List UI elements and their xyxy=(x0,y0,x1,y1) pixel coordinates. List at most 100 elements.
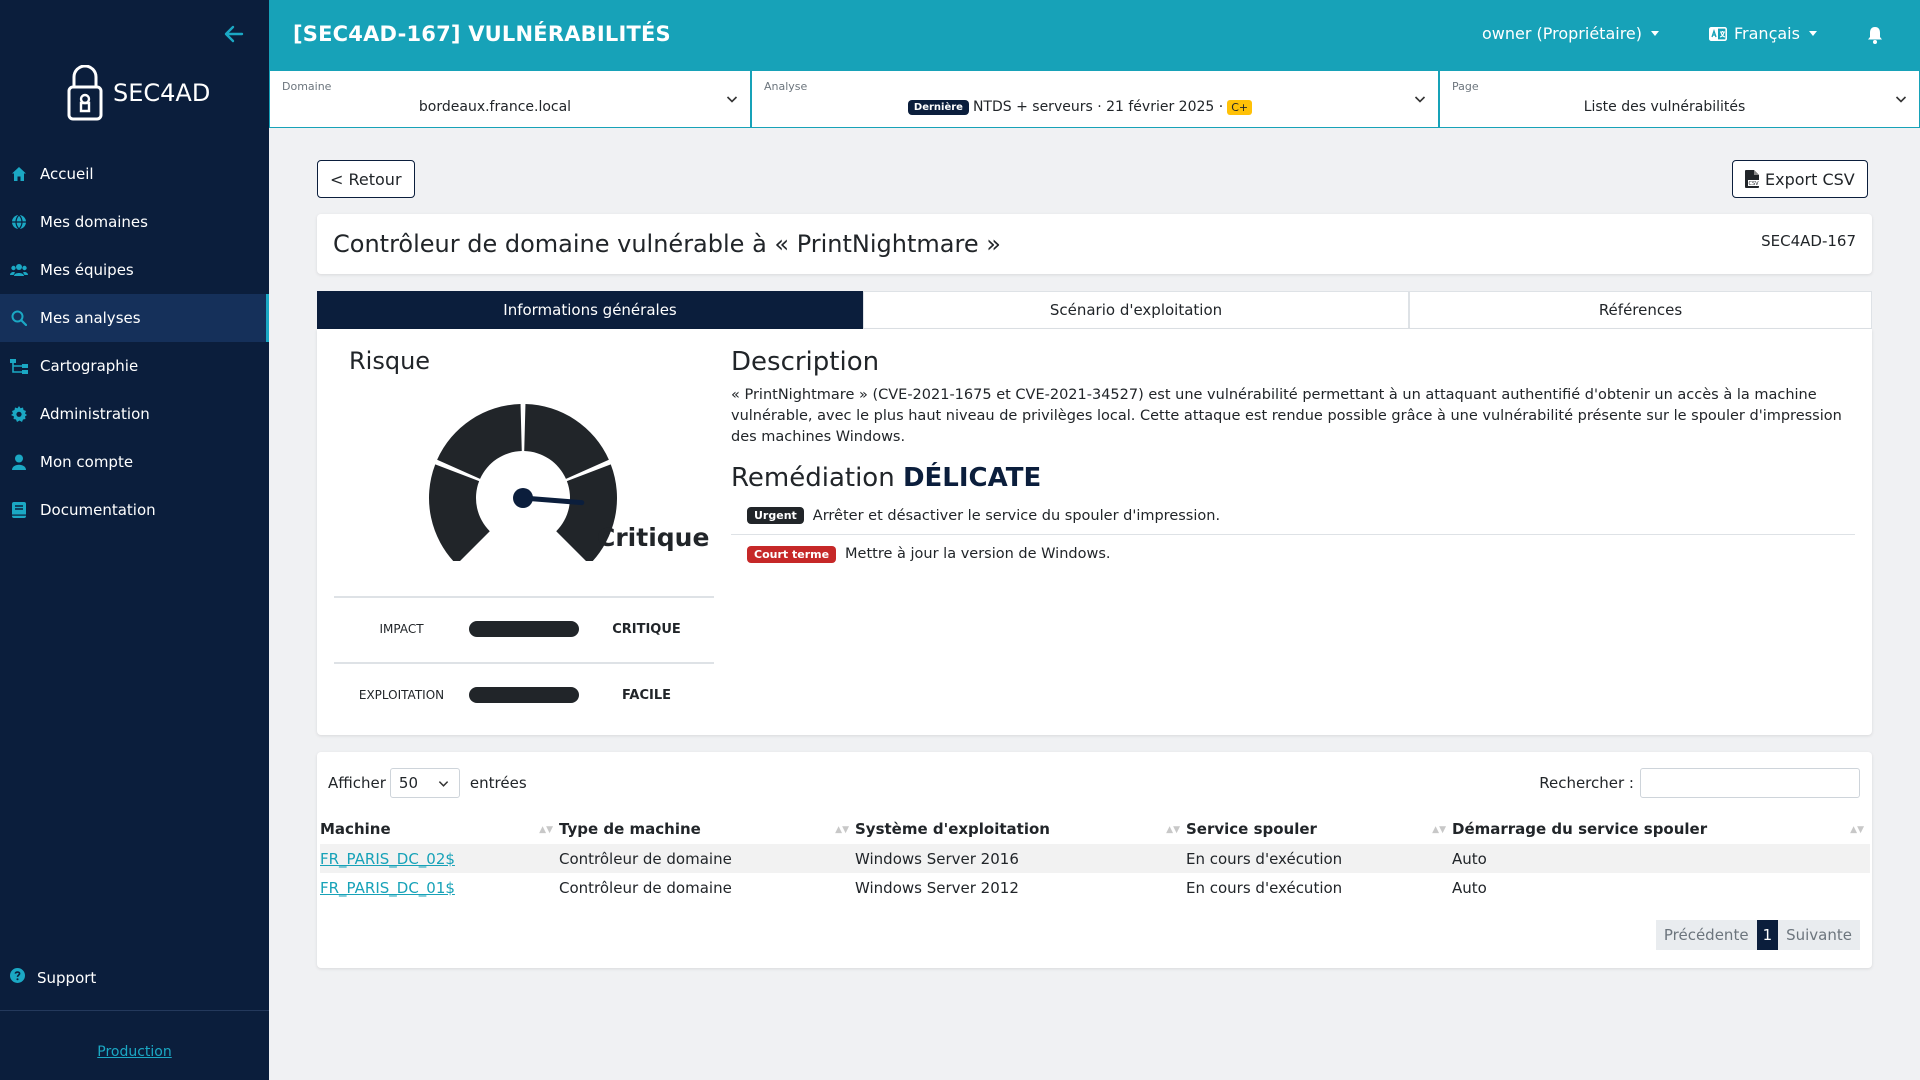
sidebar-item-cartographie[interactable]: Cartographie xyxy=(0,342,269,390)
sidebar: SEC4AD Accueil Mes domaines Mes équipes … xyxy=(0,0,269,1080)
gauge-segment-medium xyxy=(437,404,522,479)
search-label: Rechercher : xyxy=(1539,774,1634,792)
chevron-down-icon xyxy=(726,96,738,103)
metric-bar xyxy=(469,687,579,703)
chevron-down-icon xyxy=(1895,96,1907,103)
export-csv-button[interactable]: CSV Export CSV xyxy=(1732,160,1868,198)
gauge-hub xyxy=(513,488,533,508)
chevron-down-icon xyxy=(1414,96,1426,103)
page-select[interactable]: Page Liste des vulnérabilités xyxy=(1439,70,1920,128)
caret-down-icon xyxy=(1651,31,1660,36)
sidebar-item-administration[interactable]: Administration xyxy=(0,390,269,438)
home-icon xyxy=(10,165,28,183)
column-header[interactable]: Type de machine ▲▼ xyxy=(559,814,855,844)
logo-text: SEC4AD xyxy=(113,79,211,107)
analysis-select-value: Dernière NTDS + serveurs · 21 février 20… xyxy=(752,99,1408,115)
table-cell: Contrôleur de domaine xyxy=(559,878,732,897)
table-cell: Windows Server 2012 xyxy=(855,878,1019,897)
metric-bar xyxy=(469,621,579,637)
sort-icon: ▲▼ xyxy=(1432,825,1446,835)
sitemap-icon xyxy=(10,357,28,375)
export-csv-label: Export CSV xyxy=(1765,169,1855,189)
column-header-label: Type de machine xyxy=(559,820,701,838)
sidebar-item-accueil[interactable]: Accueil xyxy=(0,150,269,198)
urgent-badge: Urgent xyxy=(747,507,804,524)
tab-references[interactable]: Références xyxy=(1409,291,1872,329)
remediation-step: Urgent Arrêter et désactiver le service … xyxy=(731,497,1855,535)
user-menu-label: owner (Propriétaire) xyxy=(1482,24,1643,43)
risk-gauge xyxy=(429,404,617,561)
sidebar-item-label: Mon compte xyxy=(40,453,134,471)
remediation-step-text: Arrêter et désactiver le service du spou… xyxy=(812,507,1221,524)
arrow-left-icon[interactable] xyxy=(222,22,246,46)
sidebar-item-mes-domaines[interactable]: Mes domaines xyxy=(0,198,269,246)
table-cell: Auto xyxy=(1452,844,1870,873)
chevron-down-icon xyxy=(438,780,449,787)
support-link[interactable]: Support xyxy=(10,968,96,987)
detail-tabs: Informations générales Scénario d'exploi… xyxy=(317,291,1872,329)
column-header-label: Service spouler xyxy=(1186,820,1317,838)
column-header[interactable]: Démarrage du service spouler ▲▼ xyxy=(1452,814,1870,844)
column-header-label: Système d'exploitation xyxy=(855,820,1050,838)
bell-icon[interactable] xyxy=(1867,26,1883,44)
description-text: « PrintNightmare » (CVE-2021-1675 et CVE… xyxy=(731,387,1842,445)
page-size-select[interactable]: 50 xyxy=(389,768,460,798)
page-select-label: Page xyxy=(1452,80,1479,93)
previous-page-button[interactable]: Précédente xyxy=(1655,920,1757,950)
page-select-value: Liste des vulnérabilités xyxy=(1440,99,1889,115)
sidebar-item-label: Mes équipes xyxy=(40,261,134,279)
svg-text:CSV: CSV xyxy=(1749,181,1760,187)
sidebar-item-mes-equipes[interactable]: Mes équipes xyxy=(0,246,269,294)
user-icon xyxy=(10,453,28,471)
book-icon xyxy=(10,501,28,519)
domain-value: bordeaux.france.local xyxy=(418,99,572,115)
analysis-select[interactable]: Analyse Dernière NTDS + serveurs · 21 fé… xyxy=(751,70,1439,128)
back-button[interactable]: < Retour xyxy=(317,160,415,198)
sidebar-item-label: Mes analyses xyxy=(40,309,141,327)
vulnerability-title-card: Contrôleur de domaine vulnérable à « Pri… xyxy=(317,214,1872,274)
table-cell: Auto xyxy=(1452,878,1487,897)
search-icon xyxy=(10,309,28,327)
page-length-control: Afficher 50 entrées xyxy=(328,768,527,798)
metric-label: IMPACT xyxy=(379,622,424,636)
vulnerability-title: Contrôleur de domaine vulnérable à « Pri… xyxy=(333,230,1001,258)
current-page-button[interactable]: 1 xyxy=(1756,920,1779,950)
sort-icon: ▲▼ xyxy=(835,825,849,835)
machine-link[interactable]: FR_PARIS_DC_02$ xyxy=(320,850,455,868)
logo[interactable]: SEC4AD xyxy=(67,65,210,121)
metric-value: FACILE xyxy=(622,687,671,703)
domain-select-value: bordeaux.france.local xyxy=(270,99,720,115)
column-header[interactable]: Service spouler ▲▼ xyxy=(1186,814,1452,844)
users-icon xyxy=(10,261,28,279)
sidebar-item-documentation[interactable]: Documentation xyxy=(0,486,269,534)
domain-select-label: Domaine xyxy=(282,80,332,93)
metric-exploitation: EXPLOITATION FACILE xyxy=(334,662,714,726)
caret-down-icon xyxy=(1808,31,1817,36)
metric-impact: IMPACT CRITIQUE xyxy=(334,596,714,660)
language-menu[interactable]: Français xyxy=(1709,24,1817,43)
page-title: [SEC4AD-167] VULNÉRABILITÉS xyxy=(293,22,671,46)
domain-select[interactable]: Domaine bordeaux.france.local xyxy=(269,70,751,128)
gauge-segment-low xyxy=(429,464,490,561)
column-header[interactable]: Système d'exploitation ▲▼ xyxy=(855,814,1186,844)
table-cell: En cours d'exécution xyxy=(1186,878,1343,897)
language-label: Français xyxy=(1734,24,1800,43)
tab-informations-generales[interactable]: Informations générales xyxy=(317,291,863,329)
machine-link[interactable]: FR_PARIS_DC_01$ xyxy=(320,879,455,897)
sidebar-item-mes-analyses[interactable]: Mes analyses xyxy=(0,294,269,342)
column-header[interactable]: Machine ▲▼ xyxy=(320,814,559,844)
back-button-label: < Retour xyxy=(330,169,402,189)
sidebar-item-mon-compte[interactable]: Mon compte xyxy=(0,438,269,486)
search-input[interactable] xyxy=(1640,768,1860,798)
next-page-button[interactable]: Suivante xyxy=(1778,920,1860,950)
user-menu[interactable]: owner (Propriétaire) xyxy=(1482,24,1660,43)
environment-link[interactable]: Production xyxy=(0,1044,269,1060)
tab-scenario-exploitation[interactable]: Scénario d'exploitation xyxy=(863,291,1409,329)
sidebar-item-label: Cartographie xyxy=(40,357,139,375)
table-row: FR_PARIS_DC_02$ Contrôleur de domaine Wi… xyxy=(320,844,1870,873)
padlock-logo-icon xyxy=(67,65,103,121)
sidebar-divider xyxy=(0,1010,269,1011)
risk-level: Critique xyxy=(597,523,710,552)
metric-label: EXPLOITATION xyxy=(358,688,445,702)
file-csv-icon: CSV xyxy=(1745,170,1759,188)
